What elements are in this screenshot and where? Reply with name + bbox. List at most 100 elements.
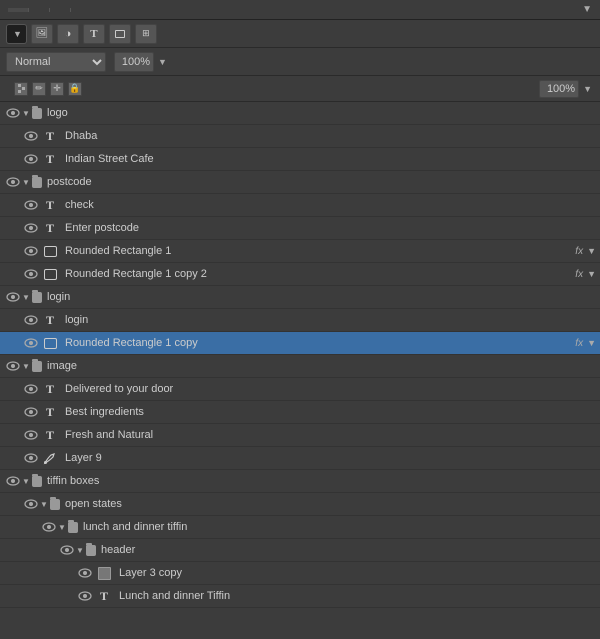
layer-row[interactable]: TLunch and dinner Tiffin <box>0 585 600 608</box>
visibility-toggle[interactable] <box>22 265 40 283</box>
visibility-toggle[interactable] <box>4 173 22 191</box>
panel-options[interactable]: ▼ <box>582 4 592 15</box>
folder-expand-arrow[interactable]: ▼ <box>58 522 78 533</box>
layer-row[interactable]: Tcheck <box>0 194 600 217</box>
visibility-toggle[interactable] <box>76 587 94 605</box>
visibility-toggle[interactable] <box>22 403 40 421</box>
visibility-toggle[interactable] <box>22 380 40 398</box>
tab-paths[interactable] <box>50 8 71 12</box>
opacity-dropdown[interactable]: ▼ <box>158 57 167 67</box>
layer-name: tiffin boxes <box>42 475 596 487</box>
layer-row[interactable]: Tlogin <box>0 309 600 332</box>
fx-badge: fx <box>575 246 583 257</box>
shape-layer-icon <box>40 269 60 280</box>
layer-row[interactable]: ▼header <box>0 539 600 562</box>
layer-name: Lunch and dinner Tiffin <box>114 590 596 602</box>
fill-control: ▼ <box>535 80 592 98</box>
adjust-filter-btn[interactable]: ◑ <box>57 24 79 44</box>
layer-row[interactable]: ▼postcode <box>0 171 600 194</box>
fx-expand-arrow[interactable]: ▼ <box>587 269 596 279</box>
tab-layers[interactable] <box>8 8 29 12</box>
panel-tabs <box>8 8 71 12</box>
layer-row[interactable]: ▼open states <box>0 493 600 516</box>
layer-row[interactable]: Layer 3 copy <box>0 562 600 585</box>
folder-expand-arrow[interactable]: ▼ <box>40 499 60 510</box>
layer-row[interactable]: ▼tiffin boxes <box>0 470 600 493</box>
visibility-toggle[interactable] <box>22 495 40 513</box>
folder-expand-arrow[interactable]: ▼ <box>22 292 42 303</box>
layer-name: logo <box>42 107 596 119</box>
search-box[interactable]: ▼ <box>6 24 27 44</box>
folder-expand-arrow[interactable]: ▼ <box>22 108 42 119</box>
image-filter-btn[interactable]: 🖼 <box>31 24 53 44</box>
lock-position-btn[interactable]: ✛ <box>50 82 64 96</box>
visibility-toggle[interactable] <box>22 426 40 444</box>
fx-expand-arrow[interactable]: ▼ <box>587 338 596 348</box>
layer-name: Enter postcode <box>60 222 596 234</box>
layer-row[interactable]: ▼login <box>0 286 600 309</box>
lock-all-btn[interactable]: 🔒 <box>68 82 82 96</box>
folder-expand-arrow[interactable]: ▼ <box>22 476 42 487</box>
lock-pixels-btn[interactable]: ✏ <box>32 82 46 96</box>
visibility-toggle[interactable] <box>4 357 22 375</box>
layer-row[interactable]: ▼logo <box>0 102 600 125</box>
layer-name: check <box>60 199 596 211</box>
layer-name: login <box>42 291 596 303</box>
text-layer-icon: T <box>40 152 60 167</box>
visibility-toggle[interactable] <box>58 541 76 559</box>
layer-row[interactable]: TEnter postcode <box>0 217 600 240</box>
layer-name: image <box>42 360 596 372</box>
visibility-toggle[interactable] <box>22 127 40 145</box>
visibility-toggle[interactable] <box>76 564 94 582</box>
layer-row[interactable]: Rounded Rectangle 1 copyfx▼ <box>0 332 600 355</box>
layer-name: open states <box>60 498 596 510</box>
layer-name: login <box>60 314 596 326</box>
shape-layer-icon <box>40 338 60 349</box>
visibility-toggle[interactable] <box>22 150 40 168</box>
layer-row[interactable]: TIndian Street Cafe <box>0 148 600 171</box>
layer-row[interactable]: ▼image <box>0 355 600 378</box>
visibility-toggle[interactable] <box>22 449 40 467</box>
visibility-toggle[interactable] <box>4 104 22 122</box>
layer-row[interactable]: TDhaba <box>0 125 600 148</box>
visibility-toggle[interactable] <box>22 196 40 214</box>
fill-dropdown[interactable]: ▼ <box>583 84 592 94</box>
folder-expand-arrow[interactable]: ▼ <box>76 545 96 556</box>
layer-row[interactable]: Rounded Rectangle 1 copy 2fx▼ <box>0 263 600 286</box>
text-layer-icon: T <box>40 198 60 213</box>
fx-badge: fx <box>575 269 583 280</box>
layer-row[interactable]: Layer 9 <box>0 447 600 470</box>
shape-filter-btn[interactable] <box>109 24 131 44</box>
layer-row[interactable]: TDelivered to your door <box>0 378 600 401</box>
layer-name: Best ingredients <box>60 406 596 418</box>
visibility-toggle[interactable] <box>40 518 58 536</box>
text-layer-icon: T <box>40 382 60 397</box>
lock-transparent-btn[interactable] <box>14 82 28 96</box>
layers-list: ▼logoTDhabaTIndian Street Cafe▼postcodeT… <box>0 102 600 639</box>
visibility-toggle[interactable] <box>4 288 22 306</box>
fill-input[interactable] <box>539 80 579 98</box>
layer-row[interactable]: TBest ingredients <box>0 401 600 424</box>
folder-expand-arrow[interactable]: ▼ <box>22 177 42 188</box>
blend-mode-select[interactable]: Normal <box>6 52 106 72</box>
text-filter-btn[interactable]: T <box>83 24 105 44</box>
visibility-toggle[interactable] <box>22 219 40 237</box>
layer-row[interactable]: TFresh and Natural <box>0 424 600 447</box>
fx-expand-arrow[interactable]: ▼ <box>587 246 596 256</box>
layer-name: header <box>96 544 596 556</box>
layer-row[interactable]: ▼lunch and dinner tiffin <box>0 516 600 539</box>
visibility-toggle[interactable] <box>22 334 40 352</box>
layer-name: Fresh and Natural <box>60 429 596 441</box>
visibility-toggle[interactable] <box>22 311 40 329</box>
tab-channels[interactable] <box>29 8 50 12</box>
visibility-toggle[interactable] <box>4 472 22 490</box>
smart-filter-btn[interactable]: ⊞ <box>135 24 157 44</box>
brush-layer-icon <box>40 451 60 465</box>
layer-row[interactable]: Rounded Rectangle 1fx▼ <box>0 240 600 263</box>
opacity-input[interactable] <box>114 52 154 72</box>
folder-expand-arrow[interactable]: ▼ <box>22 361 42 372</box>
visibility-toggle[interactable] <box>22 242 40 260</box>
layer-name: lunch and dinner tiffin <box>78 521 596 533</box>
dropdown-arrow: ▼ <box>13 29 22 39</box>
layer3copy-icon <box>94 567 114 580</box>
